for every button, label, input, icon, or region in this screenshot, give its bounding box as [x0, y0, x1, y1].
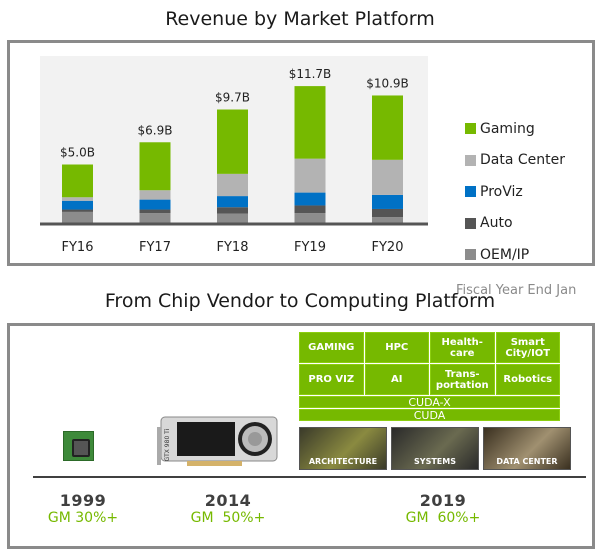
milestone-gm: GM 50%+ [190, 510, 266, 526]
bar-segment-proviz-fy17 [139, 199, 171, 210]
bar-segment-oem-ip-fy17 [139, 213, 171, 223]
tile-data-center: DATA CENTER [483, 427, 571, 470]
x-tick-fy18: FY18 [217, 240, 249, 255]
platform-cell-smart-city-iot: Smart City/IOT [495, 332, 560, 363]
diagram-title: From Chip Vendor to Computing Platform [104, 290, 496, 312]
bar-segment-proviz-fy16 [62, 200, 93, 210]
bar-segment-gaming-fy18 [217, 109, 248, 174]
milestone-year: 1999 [59, 491, 107, 510]
platform-cell-pro-viz: PRO VIZ [299, 364, 364, 395]
chart-frame: $5.0B $6.9B $9.7B $11.7B $10.9B FY16 FY17 FY18… [7, 40, 595, 298]
milestone-2019: 2019 GM 60%+ [383, 491, 503, 526]
bar-segment-gaming-fy16 [62, 164, 93, 198]
legend-label: Auto [480, 215, 513, 232]
legend-item-gaming: Gaming [465, 113, 565, 145]
legend-label: OEM/IP [480, 246, 530, 263]
legend-swatch [465, 154, 476, 166]
milestone-year: 2019 [419, 491, 467, 510]
legend-item-oem-ip: OEM/IP [465, 239, 565, 271]
milestone-gm: GM 30%+ [47, 510, 119, 526]
layer-cuda: CUDA [299, 409, 560, 421]
platform-cell-health-care: Health- care [430, 332, 495, 363]
bar-segment-oem-ip-fy18 [217, 213, 248, 223]
bar-segment-auto-fy16 [62, 209, 93, 212]
legend-swatch [465, 249, 476, 261]
bar-segment-gaming-fy19 [294, 86, 326, 159]
timeline-axis [33, 476, 586, 478]
platform-cell-gaming: GAMING [299, 332, 364, 363]
bar-segment-data-center-fy19 [294, 158, 326, 193]
platform-cell-robotics: Robotics [495, 364, 560, 395]
legend-swatch [465, 186, 476, 198]
tile-caption: DATA CENTER [496, 457, 558, 466]
chip-icon [63, 431, 94, 461]
bar-segment-proviz-fy20 [372, 194, 403, 209]
total-label-fy20: $10.9B [366, 76, 409, 90]
total-label-fy16: $5.0B [60, 146, 95, 160]
milestone-1999: 1999 GM 30%+ [23, 491, 143, 526]
x-tick-fy16: FY16 [62, 240, 94, 255]
bar-segment-data-center-fy18 [217, 173, 248, 197]
tile-caption: SYSTEMS [414, 457, 456, 466]
x-tick-fy19: FY19 [294, 240, 326, 255]
legend-item-auto: Auto [465, 208, 565, 240]
platform-cell-ai: AI [364, 364, 429, 395]
legend-item-data-center: Data Center [465, 145, 565, 177]
x-tick-fy20: FY20 [372, 240, 404, 255]
total-label-fy19: $11.7B [289, 67, 332, 81]
legend-label: ProViz [480, 183, 523, 200]
bar-segment-auto-fy18 [217, 207, 248, 214]
bar-segment-oem-ip-fy19 [294, 213, 326, 223]
bar-segment-data-center-fy20 [372, 159, 403, 195]
x-tick-fy17: FY17 [139, 240, 171, 255]
platform-cell-trans-portation: Trans- portation [430, 364, 495, 395]
legend: Gaming Data Center ProViz Auto OEM/IP [465, 113, 565, 271]
tile-architecture: ARCHITECTURE [299, 427, 387, 470]
bar-segment-data-center-fy16 [62, 197, 93, 201]
bar-segment-gaming-fy17 [139, 142, 171, 191]
legend-swatch [465, 217, 476, 229]
bar-segment-proviz-fy19 [294, 192, 326, 206]
gpu-card-icon: GTX 980 Ti [157, 416, 278, 466]
legend-swatch [465, 123, 476, 135]
legend-label: Data Center [480, 152, 565, 169]
total-label-fy17: $6.9B [138, 123, 173, 137]
bar-segment-oem-ip-fy16 [62, 211, 93, 223]
bar-segment-proviz-fy18 [217, 196, 248, 208]
bar-segment-data-center-fy17 [139, 190, 171, 200]
bar-segment-oem-ip-fy20 [372, 217, 403, 223]
layer-cuda-x: CUDA-X [299, 396, 560, 408]
tile-caption: ARCHITECTURE [308, 457, 378, 466]
bar-segment-auto-fy19 [294, 205, 326, 214]
platform-cell-hpc: HPC [364, 332, 429, 363]
bar-segment-auto-fy17 [139, 209, 171, 214]
legend-item-proviz: ProViz [465, 176, 565, 208]
milestone-gm: GM 60%+ [405, 510, 481, 526]
bar-segment-gaming-fy20 [372, 95, 403, 160]
tile-systems: SYSTEMS [391, 427, 479, 470]
milestone-2014: 2014 GM 50%+ [168, 491, 288, 526]
legend-label: Gaming [480, 120, 535, 137]
milestone-year: 2014 [204, 491, 252, 510]
gpu-card-text: GTX 980 Ti [164, 428, 171, 461]
bar-segment-auto-fy20 [372, 208, 403, 218]
chart-title: Revenue by Market Platform [165, 8, 435, 30]
total-label-fy18: $9.7B [215, 91, 250, 105]
